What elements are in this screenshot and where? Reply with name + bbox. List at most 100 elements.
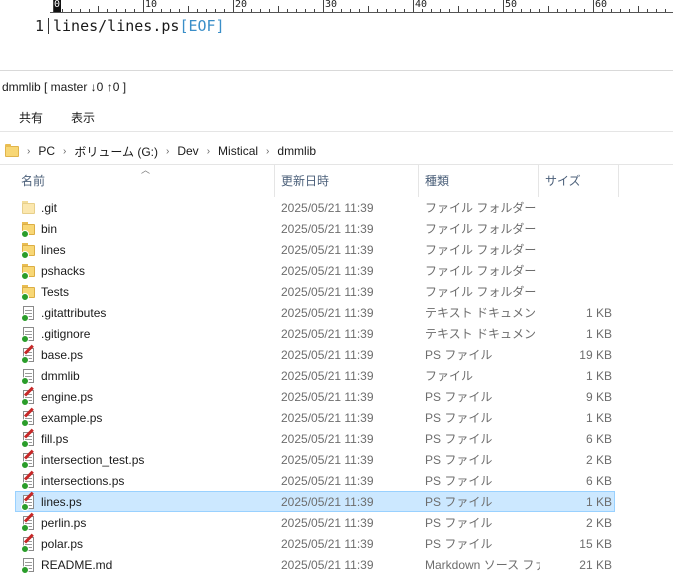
ruler-tick	[431, 9, 432, 12]
file-type: ファイル フォルダー	[425, 222, 537, 236]
ruler-tick	[134, 9, 135, 12]
ps-file-git-icon	[21, 428, 36, 448]
file-name: pshacks	[41, 264, 86, 278]
ruler-tick	[530, 9, 531, 12]
ruler-tick	[665, 9, 666, 12]
file-type: PS ファイル	[425, 474, 493, 488]
file-name: lines.ps	[41, 495, 82, 509]
ruler-tick	[62, 9, 63, 12]
breadcrumb-dmmlib[interactable]: dmmlib	[277, 144, 316, 158]
ruler-tick	[233, 0, 234, 12]
column-header-type[interactable]: 種類	[419, 165, 539, 197]
file-date: 2025/05/21 11:39	[281, 369, 374, 383]
ps-file-git-icon	[21, 344, 36, 364]
file-row[interactable]: fill.ps 2025/05/21 11:39 PS ファイル 6 KB	[15, 428, 615, 449]
ruler-tick	[458, 6, 459, 12]
file-size: 1 KB	[585, 327, 612, 341]
text-file-git-icon	[21, 327, 36, 343]
ps-file-git-icon	[21, 512, 36, 532]
ruler-tick	[548, 6, 549, 12]
file-date: 2025/05/21 11:39	[281, 558, 374, 572]
ruler-tick	[440, 9, 441, 12]
file-date: 2025/05/21 11:39	[281, 264, 374, 278]
ruler-tick	[314, 9, 315, 12]
address-bar[interactable]: › PC › ボリューム (G:) › Dev › Mistical › dmm…	[0, 138, 673, 165]
file-size: 9 KB	[585, 390, 612, 404]
breadcrumb-pc[interactable]: PC	[38, 144, 55, 158]
file-type: PS ファイル	[425, 537, 493, 551]
file-row[interactable]: .gitattributes 2025/05/21 11:39 テキスト ドキュメン…	[15, 302, 615, 323]
file-size: 6 KB	[585, 474, 612, 488]
file-row[interactable]: intersection_test.ps 2025/05/21 11:39 PS フ…	[15, 449, 615, 470]
file-row[interactable]: intersections.ps 2025/05/21 11:39 PS ファイル 6…	[15, 470, 615, 491]
file-row[interactable]: polar.ps 2025/05/21 11:39 PS ファイル 15 KB	[15, 533, 615, 554]
ruler-tick	[269, 9, 270, 12]
file-row[interactable]: perlin.ps 2025/05/21 11:39 PS ファイル 2 KB	[15, 512, 615, 533]
chevron-right-icon[interactable]: ›	[207, 146, 210, 157]
ruler-tick	[368, 6, 369, 12]
file-name: perlin.ps	[41, 516, 87, 530]
file-type: PS ファイル	[425, 432, 493, 446]
file-date: 2025/05/21 11:39	[281, 516, 374, 530]
ps-file-git-icon	[21, 449, 36, 469]
file-date: 2025/05/21 11:39	[281, 348, 374, 362]
ruler-tick	[503, 0, 504, 12]
chevron-right-icon[interactable]: ›	[63, 146, 66, 157]
ruler-tick	[647, 9, 648, 12]
ribbon-tabs: 共有 表示	[0, 103, 673, 132]
ruler-tick	[53, 0, 54, 12]
breadcrumb-dev[interactable]: Dev	[177, 144, 198, 158]
tab-view[interactable]: 表示	[71, 109, 95, 126]
file-row[interactable]: engine.ps 2025/05/21 11:39 PS ファイル 9 KB	[15, 386, 615, 407]
chevron-right-icon[interactable]: ›	[27, 146, 30, 157]
ruler-tick	[386, 9, 387, 12]
ruler-tick	[575, 9, 576, 12]
file-date: 2025/05/21 11:39	[281, 285, 374, 299]
file-row[interactable]: bin 2025/05/21 11:39 ファイル フォルダー	[15, 218, 615, 239]
chevron-right-icon[interactable]: ›	[266, 146, 269, 157]
column-header-date[interactable]: 更新日時	[275, 165, 419, 197]
ruler-tick	[620, 9, 621, 12]
file-row[interactable]: dmmlib 2025/05/21 11:39 ファイル 1 KB	[15, 365, 615, 386]
ps-file-git-icon	[21, 407, 36, 427]
ruler-cursor-label: 0	[54, 0, 61, 10]
file-name: lines	[41, 243, 66, 257]
file-row[interactable]: lines 2025/05/21 11:39 ファイル フォルダー	[15, 239, 615, 260]
ruler-label: 30	[325, 0, 338, 10]
file-row[interactable]: Tests 2025/05/21 11:39 ファイル フォルダー	[15, 281, 615, 302]
file-row[interactable]: pshacks 2025/05/21 11:39 ファイル フォルダー	[15, 260, 615, 281]
file-name: .git	[41, 201, 58, 215]
ruler-tick	[89, 9, 90, 12]
folder-git-icon	[21, 222, 36, 238]
ruler-tick	[71, 9, 72, 12]
file-row[interactable]: README.md 2025/05/21 11:39 Markdown ソース ファ…	[15, 554, 615, 575]
ruler-tick	[251, 9, 252, 12]
tab-share[interactable]: 共有	[19, 109, 43, 126]
file-row[interactable]: .git 2025/05/21 11:39 ファイル フォルダー	[15, 197, 615, 218]
file-name: .gitignore	[41, 327, 91, 341]
column-header-name[interactable]: 名前	[15, 165, 275, 197]
file-row[interactable]: lines.ps 2025/05/21 11:39 PS ファイル 1 KB	[15, 491, 615, 512]
line-number: 1	[34, 17, 44, 35]
ruler-tick	[449, 9, 450, 12]
editor-line[interactable]: 1 lines/lines.ps[EOF]	[0, 16, 673, 36]
file-date: 2025/05/21 11:39	[281, 537, 374, 551]
file-date: 2025/05/21 11:39	[281, 222, 374, 236]
breadcrumb-volume[interactable]: ボリューム (G:)	[74, 143, 158, 160]
chevron-right-icon[interactable]: ›	[166, 146, 169, 157]
file-row[interactable]: .gitignore 2025/05/21 11:39 テキスト ドキュメント 1 K…	[15, 323, 615, 344]
file-row[interactable]: base.ps 2025/05/21 11:39 PS ファイル 19 KB	[15, 344, 615, 365]
ruler-label: 50	[505, 0, 518, 10]
ruler-tick	[566, 9, 567, 12]
text-editor-pane[interactable]: 0 10 20 30 40 50 60 1 lines/lines.ps[EOF]	[0, 0, 673, 70]
file-type: PS ファイル	[425, 348, 493, 362]
column-header-size[interactable]: サイズ	[539, 165, 619, 197]
file-size: 2 KB	[585, 453, 612, 467]
line-content[interactable]: lines/lines.ps[EOF]	[53, 16, 225, 36]
breadcrumb-mistical[interactable]: Mistical	[218, 144, 258, 158]
file-date: 2025/05/21 11:39	[281, 474, 374, 488]
file-name: polar.ps	[41, 537, 84, 551]
ruler-tick	[80, 9, 81, 12]
file-date: 2025/05/21 11:39	[281, 201, 374, 215]
file-row[interactable]: example.ps 2025/05/21 11:39 PS ファイル 1 KB	[15, 407, 615, 428]
